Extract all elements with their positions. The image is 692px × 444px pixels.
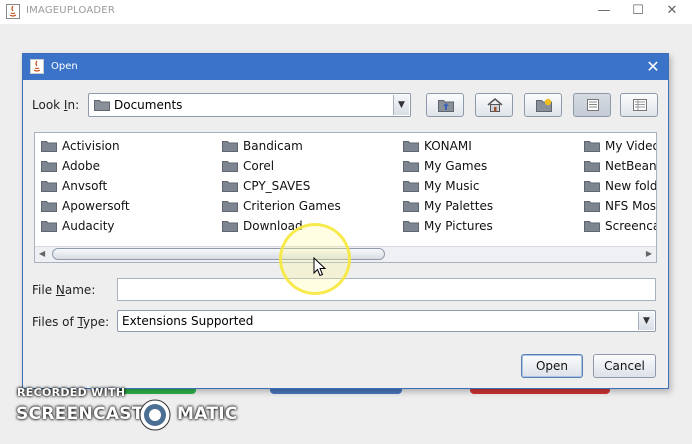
folder-name: CPY_SAVES: [243, 179, 311, 193]
folder-name: Criterion Games: [243, 199, 341, 213]
folder-name: Audacity: [62, 219, 115, 233]
folder-name: Apowersoft: [62, 199, 130, 213]
dialog-close-button[interactable]: ✕: [644, 57, 662, 77]
new-folder-button[interactable]: [524, 93, 562, 117]
folder-item[interactable]: My Palettes: [403, 197, 493, 215]
open-button[interactable]: Open: [521, 354, 583, 378]
folder-name: NFS Most: [605, 199, 657, 213]
folder-name: My Pictures: [424, 219, 493, 233]
details-view-icon: [633, 99, 647, 111]
look-in-label: Look In:: [32, 98, 80, 112]
folder-name: Anvsoft: [62, 179, 108, 193]
watermark-screencast: SCREENCAST: [16, 404, 144, 424]
folder-icon: [222, 201, 238, 212]
folder-name: Activision: [62, 139, 120, 153]
folder-name: NetBeans: [605, 159, 657, 173]
folder-icon: [41, 141, 57, 152]
folder-name: New folde: [605, 179, 657, 193]
folder-icon: [584, 161, 600, 172]
watermark-recorded-with: RECORDED WITH: [17, 386, 126, 399]
folder-name: KONAMI: [424, 139, 472, 153]
folder-item[interactable]: Apowersoft: [41, 197, 130, 215]
folder-icon: [94, 100, 110, 111]
look-in-dropdown[interactable]: Documents ▼: [88, 93, 411, 117]
watermark-matic: MATIC: [177, 404, 238, 424]
folder-name: Corel: [243, 159, 275, 173]
mouse-cursor-icon: [313, 257, 327, 277]
chevron-down-icon[interactable]: ▼: [638, 312, 654, 330]
folder-icon: [403, 201, 419, 212]
folder-item[interactable]: My Music: [403, 177, 479, 195]
folder-item[interactable]: NetBeans: [584, 157, 657, 175]
files-of-type-label: Files of Type:: [32, 315, 110, 329]
folder-item[interactable]: Bandicam: [222, 137, 303, 155]
screencast-o-matic-logo-icon: [139, 399, 171, 431]
folder-name: My Videos: [605, 139, 656, 153]
up-one-level-button[interactable]: [426, 93, 464, 117]
folder-item[interactable]: Corel: [222, 157, 274, 175]
new-folder-icon: [536, 98, 552, 112]
folder-name: My Music: [424, 179, 480, 193]
app-title-bar: IMAGEUPLOADER — ☐ ✕: [0, 0, 692, 24]
java-dialog-icon: [30, 59, 44, 74]
folder-item[interactable]: Criterion Games: [222, 197, 341, 215]
folder-icon: [222, 221, 238, 232]
close-button[interactable]: ✕: [652, 0, 692, 24]
scroll-left-icon[interactable]: ◀: [39, 249, 45, 258]
dialog-title-bar[interactable]: Open ✕: [23, 54, 668, 80]
cancel-button[interactable]: Cancel: [593, 354, 656, 378]
open-dialog: Open ✕ Look In: Documents ▼ Activision A…: [22, 53, 669, 389]
folder-name: My Games: [424, 159, 488, 173]
folder-item[interactable]: KONAMI: [403, 137, 472, 155]
folder-name: My Palettes: [424, 199, 494, 213]
folder-item[interactable]: My Videos: [584, 137, 656, 155]
file-name-input[interactable]: [117, 278, 656, 301]
files-of-type-dropdown[interactable]: Extensions Supported ▼: [117, 310, 656, 332]
folder-item[interactable]: Anvsoft: [41, 177, 107, 195]
chevron-down-icon[interactable]: ▼: [393, 95, 409, 115]
scroll-right-icon[interactable]: ▶: [646, 249, 652, 258]
folder-icon: [403, 161, 419, 172]
files-of-type-value: Extensions Supported: [122, 314, 254, 328]
folder-item[interactable]: My Games: [403, 157, 487, 175]
home-icon: [487, 98, 503, 112]
folder-icon: [403, 181, 419, 192]
folder-name: Screenca: [605, 219, 657, 233]
folder-item[interactable]: My Pictures: [403, 217, 493, 235]
folder-icon: [222, 161, 238, 172]
details-view-button[interactable]: [620, 93, 658, 117]
folder-item[interactable]: Adobe: [41, 157, 100, 175]
folder-icon: [584, 141, 600, 152]
file-name-label: File Name:: [32, 283, 96, 297]
list-view-button[interactable]: [573, 93, 611, 117]
folder-icon: [403, 141, 419, 152]
folder-item[interactable]: Audacity: [41, 217, 115, 235]
folder-icon: [41, 161, 57, 172]
folder-icon: [584, 221, 600, 232]
folder-icon: [222, 141, 238, 152]
folder-name: Adobe: [62, 159, 100, 173]
folder-icon: [584, 181, 600, 192]
folder-icon: [584, 201, 600, 212]
folder-icon: [41, 201, 57, 212]
app-title: IMAGEUPLOADER: [26, 5, 115, 16]
dialog-title: Open: [51, 61, 78, 72]
look-in-value: Documents: [114, 98, 183, 112]
folder-icon: [403, 221, 419, 232]
folder-icon: [41, 221, 57, 232]
folder-icon: [222, 181, 238, 192]
folder-item[interactable]: CPY_SAVES: [222, 177, 310, 195]
folder-name: Bandicam: [243, 139, 303, 153]
folder-up-icon: [438, 100, 454, 112]
folder-item[interactable]: New folde: [584, 177, 657, 195]
folder-icon: [41, 181, 57, 192]
folder-item[interactable]: NFS Most: [584, 197, 657, 215]
home-button[interactable]: [475, 93, 513, 117]
list-view-icon: [587, 99, 599, 111]
java-app-icon: [6, 4, 20, 19]
folder-item[interactable]: Activision: [41, 137, 120, 155]
folder-item[interactable]: Screenca: [584, 217, 657, 235]
